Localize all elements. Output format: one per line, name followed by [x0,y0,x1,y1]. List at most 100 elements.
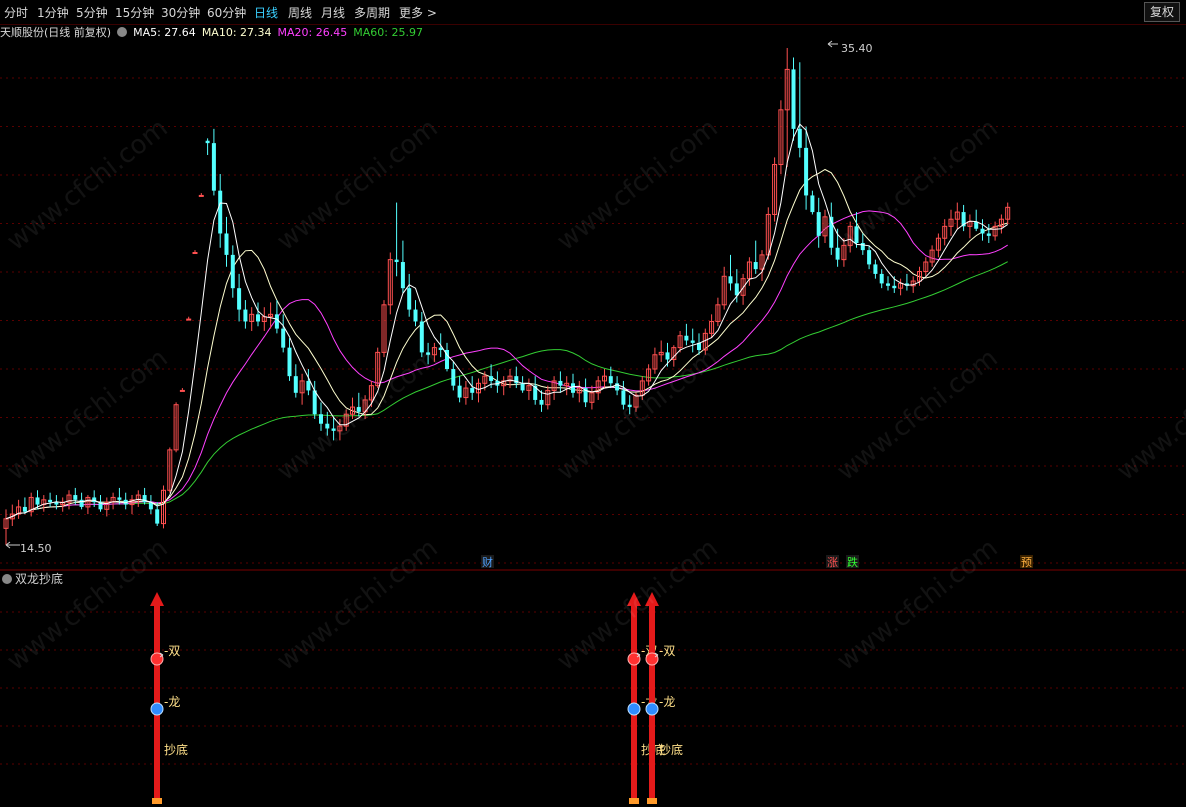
candle [249,307,255,331]
candle [721,266,727,310]
candle [576,380,582,403]
candle [954,202,960,229]
candle [451,361,456,391]
candle [974,209,979,232]
label-chaodi: 抄底 [659,742,683,757]
candle [60,497,66,512]
candle [179,388,185,392]
candle [387,252,393,315]
candle [287,338,292,381]
candle [715,297,721,327]
ma60-line [5,261,1008,520]
candles [3,48,1011,545]
candle [501,376,507,396]
candle [230,245,235,298]
candle [173,402,179,453]
blue-ball-icon [627,702,641,716]
candle [822,209,828,243]
label-long: -龙 [659,695,675,709]
candle [873,259,878,279]
signal-arrows: -双-龙抄底-双-龙抄底-双-龙抄底 [150,592,683,804]
candle [797,62,802,158]
candle [237,273,242,322]
candle [854,212,859,248]
candle [312,380,317,419]
candle [526,378,532,400]
candle [198,193,204,197]
red-ball-icon [627,652,641,666]
candle [886,276,890,291]
candle [337,418,343,441]
candle [16,499,22,519]
badge-cai[interactable]: 财 [482,555,493,569]
candle [281,314,286,353]
candle [256,302,260,327]
ma5-line [5,123,1008,520]
candle [457,376,462,403]
candle [218,174,223,248]
candle [759,250,765,282]
blue-ball-icon [150,702,164,716]
candle [728,254,733,291]
candle [539,390,544,412]
candle [299,373,305,405]
candle [507,369,513,389]
candle [110,492,116,510]
candle [847,221,853,253]
low-price-label: 14.50 [20,542,52,555]
candle [980,219,985,241]
candle [400,240,405,293]
candle [621,380,626,410]
kline-chart[interactable]: 35.40 14.50 财 涨 跌 预 -双-龙抄底-双-龙抄底-双-龙抄底 [0,0,1186,807]
candle [589,385,595,410]
candle [564,376,570,396]
candle [627,395,632,415]
candle [929,245,935,267]
candle [784,48,790,167]
badge-zhang[interactable]: 涨 [827,556,838,569]
candle [274,300,279,334]
badge-die[interactable]: 跌 [847,555,858,569]
red-ball-icon [150,652,164,666]
candle [261,307,267,331]
candle [520,376,525,393]
candle [753,240,758,274]
settings-circle-icon[interactable] [2,574,12,584]
candle [860,233,865,255]
candle [778,100,784,175]
candle [602,369,607,389]
candle [426,342,431,365]
candle [343,409,349,431]
red-ball-icon [645,652,659,666]
candle [804,126,809,210]
candle [205,138,210,156]
candle [161,485,166,529]
candle [192,250,198,255]
candle [148,495,153,515]
event-badges: 财 涨 跌 预 [481,555,1033,569]
candle [394,202,399,277]
candle [772,157,778,222]
candle [652,347,658,374]
candle [684,323,689,346]
badge-yu[interactable]: 预 [1021,556,1032,569]
candle [167,447,173,493]
candle [381,300,387,358]
candle [671,345,677,367]
candle [142,487,147,505]
candle [470,376,475,400]
candle [445,342,449,372]
signal-arrow: -双 -龙抄底 [645,592,683,804]
label-shuang: -双 [659,644,675,658]
candle [961,204,966,232]
candle [841,238,847,267]
low-price-marker: 14.50 [5,541,52,555]
candle [419,311,424,358]
label-long: -龙 [164,695,180,709]
indicator-title-bar: 双龙抄底 [2,570,63,587]
blue-ball-icon [645,702,659,716]
candle [306,369,311,396]
candle [658,340,664,362]
candle [22,497,27,515]
candle [533,376,538,405]
